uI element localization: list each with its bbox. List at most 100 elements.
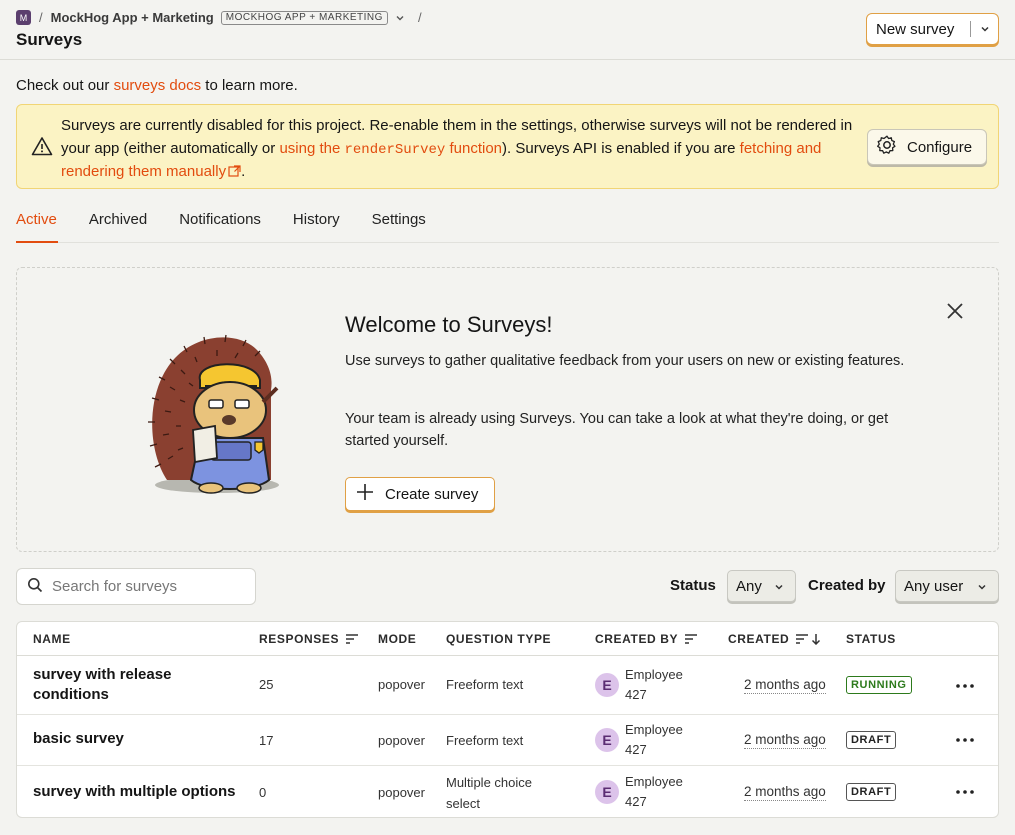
plus-icon [355,482,375,506]
hedgehog-mascot-illustration [148,334,279,494]
warning-text: ). Surveys API is enabled if you are [502,139,740,157]
active-tab-indicator [16,241,58,243]
survey-mode: popover [378,733,425,748]
table-row[interactable]: basic survey 17 popover Freeform text E … [17,715,998,766]
created-by-filter-label: Created by [808,577,886,594]
column-label[interactable]: QUESTION TYPE [446,632,551,646]
survey-mode: popover [378,785,425,800]
column-label[interactable]: RESPONSES [259,632,339,646]
link-text[interactable]: using the [279,140,344,157]
link-text[interactable]: function [445,140,502,157]
new-survey-label[interactable]: New survey [867,21,970,38]
avatar: E [595,728,619,752]
status-filter-value[interactable]: Any [736,578,762,595]
search-input[interactable] [52,578,242,595]
project-name[interactable]: MockHog App + Marketing [51,10,214,25]
intro-suffix: to learn more. [201,77,298,94]
survey-name[interactable]: basic survey [33,729,243,749]
column-label[interactable]: STATUS [846,632,896,646]
column-header-question-type[interactable]: QUESTION TYPE [446,632,551,646]
page-title: Surveys [16,30,83,49]
search-box[interactable] [16,568,256,605]
column-label[interactable]: CREATED BY [595,632,678,646]
table-row[interactable]: survey with release conditions 25 popove… [17,656,998,715]
avatar: E [595,673,619,697]
intro-prefix: Check out our [16,77,114,94]
tab-settings[interactable]: Settings [372,204,426,242]
column-label[interactable]: CREATED [728,632,789,646]
column-header-responses[interactable]: RESPONSES [259,632,359,646]
new-survey-button[interactable]: New survey [866,13,999,45]
created-by-filter-value[interactable]: Any user [904,578,963,595]
column-header-name[interactable]: NAME [33,632,71,646]
chevron-down-icon[interactable] [976,580,988,597]
surveys-table: NAME RESPONSES MODE QUESTION TYPE CREATE… [16,621,999,818]
status-filter-select[interactable]: Any [727,570,796,602]
gear-icon [876,134,898,160]
welcome-card: Welcome to Surveys! Use surveys to gathe… [16,267,999,552]
chevron-down-icon[interactable] [394,12,406,24]
configure-button[interactable]: Configure [867,129,987,165]
responses-count: 25 [259,677,274,692]
status-badge: RUNNING [846,676,912,694]
welcome-description: Use surveys to gather qualitative feedba… [345,353,905,369]
tab-active[interactable]: Active [16,204,57,242]
intro-text: Check out our surveys docs to learn more… [16,77,298,94]
configure-label[interactable]: Configure [907,139,972,156]
column-header-mode[interactable]: MODE [378,632,416,646]
breadcrumb: M / MockHog App + Marketing MOCKHOG APP … [16,10,430,25]
creator-name: Employee 427 [625,667,683,702]
more-options-icon[interactable] [955,782,975,805]
created-time: 2 months ago [744,677,826,694]
status-filter-label: Status [670,577,716,594]
external-link-icon[interactable] [228,165,241,177]
close-icon[interactable] [945,301,965,324]
link-code[interactable]: renderSurvey [344,142,445,158]
status-badge: DRAFT [846,783,897,801]
question-type: Multiple choice select [446,775,532,811]
welcome-description-team: Your team is already using Surveys. You … [345,411,889,449]
created-time: 2 months ago [744,732,826,749]
tab-notifications[interactable]: Notifications [179,204,261,242]
column-header-created-by[interactable]: CREATED BY [595,632,698,646]
column-header-status[interactable]: STATUS [846,632,896,646]
welcome-title: Welcome to Surveys! [345,312,553,337]
surveys-docs-link[interactable]: surveys docs [114,77,202,94]
create-survey-label[interactable]: Create survey [385,486,478,503]
question-type: Freeform text [446,677,524,692]
sort-icon[interactable] [684,633,698,645]
tab-history[interactable]: History [293,204,340,242]
column-label[interactable]: NAME [33,632,71,646]
status-badge: DRAFT [846,731,897,749]
survey-name[interactable]: survey with multiple options [33,782,253,802]
more-options-icon[interactable] [955,676,975,699]
chevron-down-icon[interactable] [773,580,785,597]
table-header: NAME RESPONSES MODE QUESTION TYPE CREATE… [17,622,998,656]
top-bar: M / MockHog App + Marketing MOCKHOG APP … [0,0,1015,60]
responses-count: 0 [259,785,267,800]
sort-descending-icon[interactable] [795,633,821,645]
tab-archived[interactable]: Archived [89,204,147,242]
column-label[interactable]: MODE [378,632,416,646]
sort-icon[interactable] [345,633,359,645]
create-survey-button[interactable]: Create survey [345,477,495,511]
chevron-down-icon[interactable] [971,23,998,35]
project-tag: MOCKHOG APP + MARKETING [220,10,388,25]
responses-count: 17 [259,733,274,748]
breadcrumb-separator: / [39,10,43,25]
warning-message: Surveys are currently disabled for this … [61,115,861,184]
table-row[interactable]: survey with multiple options 0 popover M… [17,766,998,817]
avatar: E [595,780,619,804]
more-options-icon[interactable] [955,730,975,753]
created-by-filter-select[interactable]: Any user [895,570,999,602]
column-header-created[interactable]: CREATED [728,632,821,646]
render-survey-link[interactable]: using the renderSurvey function [279,140,502,158]
survey-name[interactable]: survey with release conditions [33,665,243,705]
project-avatar: M [16,10,31,25]
created-time: 2 months ago [744,784,826,801]
creator-name: Employee 427 [625,722,683,757]
survey-mode: popover [378,677,425,692]
breadcrumb-separator: / [417,10,422,25]
tabs: Active Archived Notifications History Se… [16,204,999,243]
warning-banner: Surveys are currently disabled for this … [16,104,999,189]
